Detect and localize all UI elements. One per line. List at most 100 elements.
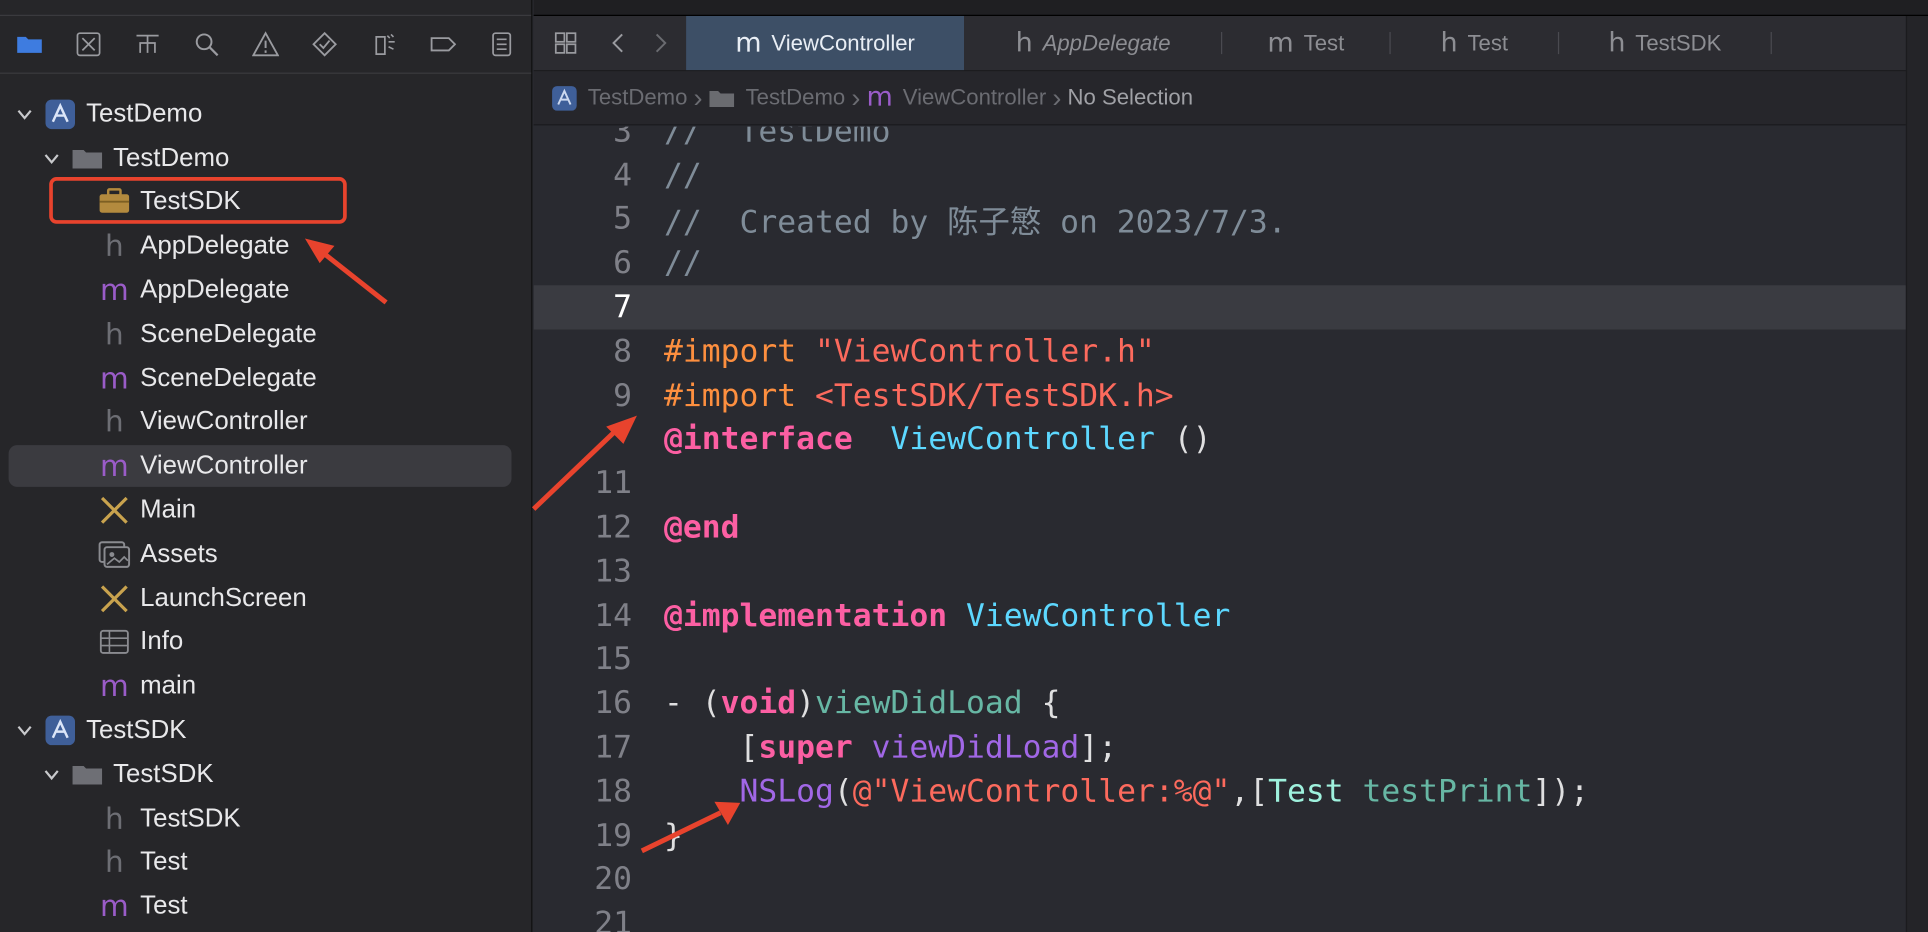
tab-viewcontroller-m[interactable]: m ViewController — [686, 15, 965, 71]
code-token: ) — [796, 685, 816, 723]
code-token: ,[ — [1230, 773, 1269, 811]
tree-item-testsdk-folder[interactable]: TestSDK — [0, 752, 531, 796]
warning-icon[interactable] — [236, 16, 295, 73]
symbol-icon[interactable] — [118, 16, 177, 73]
tree-item-viewcontroller-h[interactable]: h ViewController — [0, 400, 531, 444]
plist-icon — [96, 626, 133, 658]
code-token: "ViewController.h" — [815, 333, 1155, 370]
chevron-right-icon: › — [693, 81, 703, 113]
code-line[interactable]: 8 #import "ViewController.h" — [534, 330, 1906, 374]
code-token: #import — [663, 333, 816, 370]
tree-item-main-m[interactable]: m main — [0, 664, 531, 708]
line-number: 21 — [594, 905, 633, 932]
tree-item-appdelegate-m[interactable]: m AppDelegate — [0, 268, 531, 312]
tree-item-label: Assets — [140, 539, 218, 568]
source-control-icon[interactable] — [59, 16, 118, 73]
tree-item-label: TestDemo — [113, 143, 230, 172]
code-line[interactable]: 7 — [533, 285, 1906, 330]
tree-item-scenedelegate-h[interactable]: h SceneDelegate — [0, 312, 531, 356]
code-line[interactable]: 5 // Created by 陈子慜 on 2023/7/3. — [534, 197, 1906, 241]
code-text: NSLog(@"ViewController:%@",[Test testPri… — [664, 773, 1590, 811]
tab-testsdk-h[interactable]: h TestSDK — [1559, 16, 1770, 70]
code-text: } — [664, 817, 683, 854]
storyboard-icon — [96, 494, 133, 526]
tree-item-test-m[interactable]: m Test — [0, 885, 531, 929]
objc-file-icon: m — [99, 669, 129, 704]
chevron-down-icon[interactable] — [39, 146, 64, 171]
tree-item-testsdk-project[interactable]: TestSDK — [0, 708, 531, 752]
code-text: // TestDemo — [664, 127, 891, 150]
code-line[interactable]: 20 — [534, 858, 1906, 902]
tab-label: Test — [1303, 30, 1345, 55]
assets-icon — [96, 538, 133, 570]
code-area[interactable]: 3 // TestDemo 4 // 5 // Created by 陈子慜 on 202… — [533, 127, 1906, 932]
tree-item-test-h[interactable]: h Test — [0, 840, 531, 884]
jumpbar-group[interactable]: TestDemo — [709, 84, 845, 111]
jumpbar-file[interactable]: m ViewController — [867, 82, 1047, 113]
forward-icon[interactable] — [639, 16, 681, 70]
test-icon[interactable] — [295, 16, 354, 73]
editor-scrollbar[interactable] — [1905, 15, 1928, 932]
code-line[interactable]: @interface ViewController () — [534, 418, 1906, 462]
tree-item-viewcontroller-m[interactable]: m ViewController — [0, 444, 531, 488]
code-line[interactable]: 18 NSLog(@"ViewController:%@",[Test test… — [534, 770, 1906, 814]
code-token: - ( — [663, 685, 721, 723]
tree-item-testdemo-project[interactable]: TestDemo — [0, 92, 531, 136]
code-line[interactable]: 17 [super viewDidLoad]; — [534, 726, 1906, 770]
tree-item-testsdk-h[interactable]: h TestSDK — [0, 796, 531, 840]
tree-item-main-storyboard[interactable]: Main — [0, 488, 531, 532]
code-line[interactable]: 13 — [534, 550, 1906, 594]
code-line[interactable]: 14 @implementation ViewController — [534, 594, 1906, 638]
header-file-icon: h — [104, 405, 124, 440]
tab-appdelegate-h[interactable]: h AppDelegate — [965, 16, 1221, 70]
tree-item-assets-assets[interactable]: Assets — [0, 532, 531, 576]
jumpbar-project[interactable]: TestDemo — [551, 84, 687, 111]
tree-item-label: SceneDelegate — [140, 319, 317, 348]
breakpoint-icon[interactable] — [413, 16, 472, 73]
tab-test-m[interactable]: m Test — [1222, 16, 1389, 70]
navigator-toolbar — [0, 14, 532, 74]
tab-label: TestSDK — [1635, 30, 1722, 55]
code-line[interactable]: 15 — [534, 638, 1906, 682]
search-icon[interactable] — [177, 16, 236, 73]
tree-item-appdelegate-h[interactable]: h AppDelegate — [0, 224, 531, 268]
code-line[interactable]: 3 // TestDemo — [534, 127, 1906, 154]
folder-icon — [69, 758, 106, 790]
tab-list: m ViewController h AppDelegate m Test h Test h Te… — [686, 15, 1772, 71]
chevron-down-icon[interactable] — [39, 762, 64, 787]
objc-file-icon: m — [99, 449, 129, 484]
debug-icon[interactable] — [354, 16, 413, 73]
objc-file-icon: m — [735, 27, 762, 59]
back-icon[interactable] — [598, 16, 640, 70]
code-line[interactable]: 12 @end — [534, 506, 1906, 550]
tab-test-h[interactable]: h Test — [1391, 16, 1558, 70]
code-line[interactable]: 11 — [534, 462, 1906, 506]
code-line[interactable]: 6 // — [534, 241, 1906, 285]
tree-item-testdemo-folder[interactable]: TestDemo — [0, 136, 531, 180]
code-line[interactable]: 4 // — [534, 153, 1906, 197]
grid-icon[interactable] — [534, 16, 598, 70]
tree-item-launchscreen-storyboard[interactable]: LaunchScreen — [0, 576, 531, 620]
code-line[interactable]: 21 — [534, 902, 1906, 932]
header-file-icon: h — [104, 801, 124, 836]
code-text: #import "ViewController.h" — [664, 333, 1155, 370]
code-token: <TestSDK/TestSDK.h> — [815, 377, 1174, 414]
storyboard-icon — [96, 582, 133, 614]
line-number: 14 — [594, 597, 633, 635]
report-icon[interactable] — [472, 16, 531, 73]
chevron-down-icon[interactable] — [12, 102, 37, 127]
objc-file-icon: m — [99, 889, 129, 924]
tree-item-scenedelegate-m[interactable]: m SceneDelegate — [0, 356, 531, 400]
tree-item-info-plist[interactable]: Info — [0, 620, 531, 664]
code-token: testPrint — [1362, 773, 1533, 811]
folder-icon[interactable] — [0, 16, 59, 73]
objc-file-icon: m — [99, 361, 129, 396]
chevron-down-icon[interactable] — [12, 718, 37, 743]
code-token: { — [1022, 685, 1061, 723]
header-file-icon: h — [1440, 27, 1458, 59]
code-line[interactable]: 19} — [534, 814, 1906, 858]
jumpbar-selection[interactable]: No Selection — [1068, 85, 1193, 111]
code-line[interactable]: 9 #import <TestSDK/TestSDK.h> — [534, 374, 1906, 418]
code-line[interactable]: 16 - (void)viewDidLoad { — [534, 682, 1906, 726]
